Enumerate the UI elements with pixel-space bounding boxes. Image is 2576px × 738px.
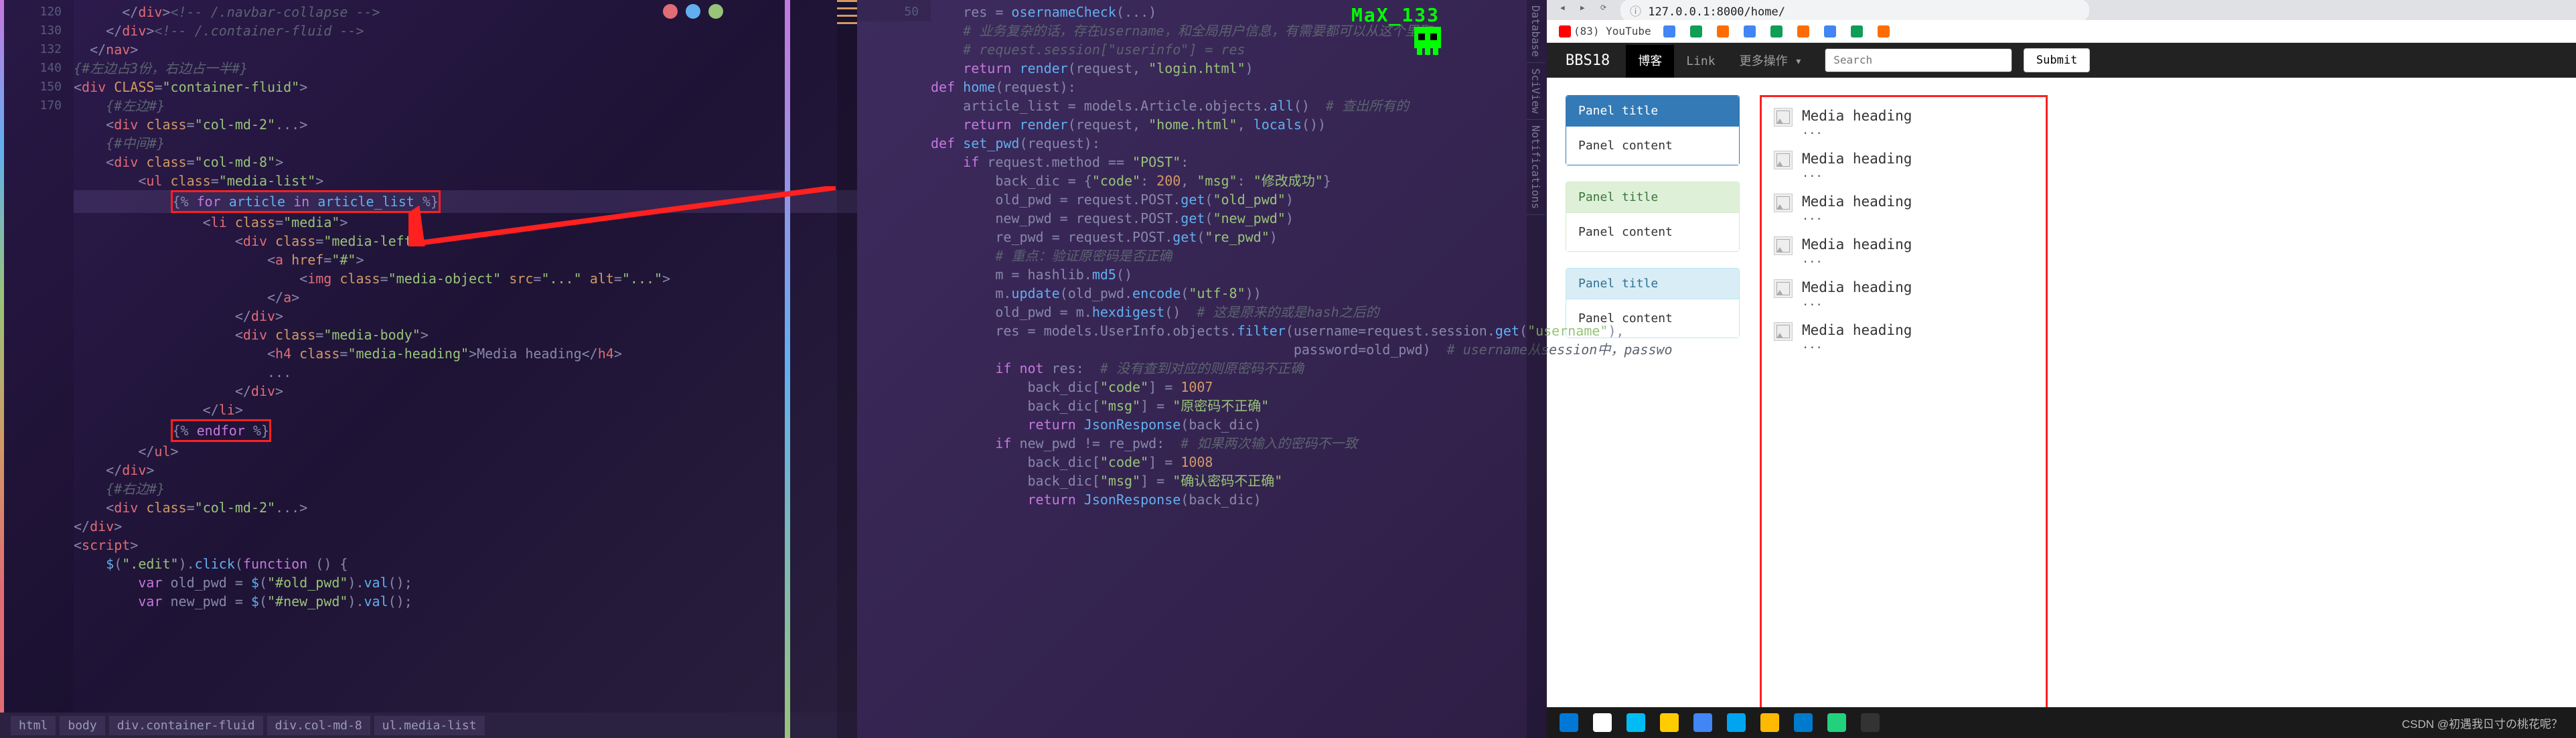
browser-window: ◀ ▶ ⟳ ⓘ 127.0.0.1:8000/home/ (83) YouTub… [1547,0,2576,738]
pixel-skull-icon [1409,24,1446,64]
media-item: Media heading... [1764,232,2043,270]
ide-right-pane: MaX_133 50 res = osernameCheck(...) # 业务… [857,0,1547,738]
forward-icon[interactable]: ▶ [1580,3,1594,17]
bookmark-item[interactable] [1686,24,1709,39]
bookmark-item[interactable] [1740,24,1762,39]
taskbar-vscode-icon[interactable] [1788,707,1819,738]
nav-link[interactable]: Link [1674,45,1727,78]
line-gutter: 120130132140150170 [0,0,74,738]
media-heading: Media heading [1802,236,2034,252]
media-text: ... [1802,210,2034,223]
bookmark-item[interactable] [1713,24,1736,39]
bookmark-item[interactable] [1874,24,1896,39]
media-heading: Media heading [1802,279,2034,295]
ide-left-pane: 120130132140150170 </div><!-- /.navbar-c… [0,0,857,738]
watermark-overlay: MaX_133 [1351,4,1440,26]
panel-heading: Panel title [1566,96,1739,127]
taskbar-folder-icon[interactable] [1754,707,1785,738]
crumb[interactable]: ul.media-list [374,716,485,735]
taskbar-edge-icon[interactable] [1687,707,1718,738]
panel-body: Panel content [1566,213,1739,251]
tab-notifications[interactable]: Notifications [1527,120,1545,215]
media-heading: Media heading [1802,322,2034,338]
bookmark-item[interactable] [1766,24,1789,39]
broken-image-icon [1774,279,1793,298]
panel-heading: Panel title [1566,269,1739,299]
panel-body: Panel content [1566,127,1739,165]
safari-icon[interactable] [708,4,723,19]
crumb[interactable]: div.container-fluid [109,716,263,735]
taskbar-terminal-icon[interactable] [1855,707,1886,738]
bookmark-item[interactable] [1659,24,1682,39]
panel-primary: Panel titlePanel content [1566,95,1740,165]
nav-link[interactable]: 博客 [1626,45,1674,78]
bookmark-item[interactable] [1793,24,1816,39]
broken-image-icon [1774,322,1793,341]
nav-link[interactable]: 更多操作 ▾ [1728,45,1815,78]
reload-icon[interactable]: ⟳ [1600,3,1614,17]
tab-database[interactable]: Database [1527,0,1545,63]
csdn-watermark: CSDN @初遇我ㄖ寸の桃花呢？ [2402,715,2563,731]
bookmarks-bar: (83) YouTube [1547,20,2576,43]
taskbar-weather-icon[interactable] [1721,707,1752,738]
scrollbar-marks[interactable] [837,0,857,738]
panel-heading: Panel title [1566,182,1739,213]
crumb[interactable]: body [60,716,104,735]
breadcrumb-bar: html body div.container-fluid div.col-md… [0,713,857,738]
media-item: Media heading... [1764,147,2043,184]
taskbar-search-icon[interactable] [1587,707,1618,738]
line-gutter-right: 50 [857,0,931,21]
media-text: ... [1802,167,2034,180]
back-icon[interactable]: ◀ [1560,3,1574,17]
media-text: ... [1802,252,2034,266]
brand-text[interactable]: BBS18 [1566,52,1610,69]
taskbar-chrome-icon[interactable] [1654,707,1685,738]
media-item: Media heading... [1764,104,2043,141]
media-text: ... [1802,338,2034,352]
broken-image-icon [1774,194,1793,212]
ide-right-tabs: Database SciView Notifications [1527,0,1547,738]
browser-toolbar: ◀ ▶ ⟳ ⓘ 127.0.0.1:8000/home/ [1547,0,2576,20]
search-input[interactable] [1825,48,2012,72]
nav-search-form: Submit [1825,48,2090,73]
media-item: Media heading... [1764,275,2043,313]
address-bar[interactable]: ⓘ 127.0.0.1:8000/home/ [1620,0,2089,21]
bookmark-item[interactable] [1820,24,1843,39]
media-list-annotated: Media heading...Media heading...Media he… [1760,95,2048,721]
code-editor-left[interactable]: </div><!-- /.navbar-collapse --> </div><… [74,0,857,738]
crumb[interactable]: div.col-md-8 [267,716,370,735]
firefox-icon[interactable] [663,4,678,19]
taskbar-pycharm-icon[interactable] [1821,707,1852,738]
sidebar-panels: Panel titlePanel contentPanel titlePanel… [1566,95,1740,721]
broken-image-icon [1774,108,1793,127]
bookmark-item[interactable]: (83) YouTube [1555,23,1655,39]
media-heading: Media heading [1802,151,2034,167]
panel-success: Panel titlePanel content [1566,181,1740,252]
broken-image-icon [1774,236,1793,255]
indent-rainbow [0,0,4,738]
media-heading: Media heading [1802,194,2034,210]
media-item: Media heading... [1764,318,2043,356]
taskbar-windows-icon[interactable] [1554,707,1584,738]
site-navbar: BBS18 博客Link更多操作 ▾ Submit [1547,43,2576,78]
submit-button[interactable]: Submit [2024,48,2090,72]
taskbar-cortana-icon[interactable] [1620,707,1651,738]
tab-sciview[interactable]: SciView [1527,63,1545,119]
broken-image-icon [1774,151,1793,169]
code-editor-right[interactable]: res = osernameCheck(...) # 业务复杂的话，存在user… [931,0,1547,509]
bookmark-item[interactable] [1847,24,1870,39]
chrome-icon[interactable] [686,4,700,19]
crumb[interactable]: html [11,716,56,735]
splitter-indent [785,0,790,738]
media-item: Media heading... [1764,190,2043,227]
media-text: ... [1802,124,2034,137]
page-body: Panel titlePanel contentPanel titlePanel… [1547,78,2576,738]
media-text: ... [1802,295,2034,309]
editor-toolbar-icons [663,4,723,19]
media-heading: Media heading [1802,108,2034,124]
